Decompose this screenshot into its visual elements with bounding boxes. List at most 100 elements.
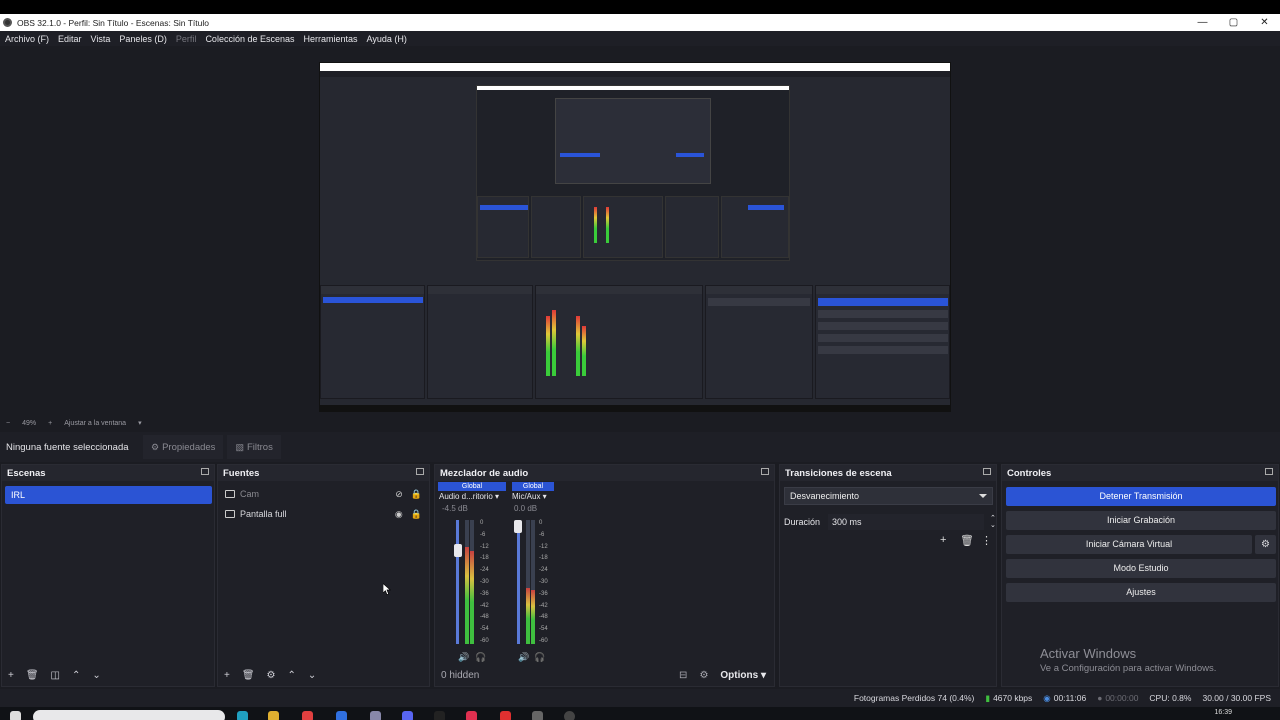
- volume-track[interactable]: [517, 520, 520, 644]
- headphones-icon[interactable]: 🎧: [475, 652, 486, 663]
- volume-slider[interactable]: [514, 520, 522, 534]
- source-item-cam[interactable]: Cam ⊘ 🔒: [222, 485, 427, 503]
- layout-icon[interactable]: ⊟: [679, 670, 687, 681]
- scene-item-irl[interactable]: IRL: [5, 486, 212, 504]
- menu-archivo[interactable]: Archivo (F): [5, 34, 49, 44]
- monitor-icon: [225, 510, 235, 518]
- taskbar-search-input[interactable]: [33, 710, 225, 720]
- camera-icon: [225, 490, 235, 498]
- maximize-button[interactable]: ▢: [1218, 14, 1249, 31]
- app-icon[interactable]: [336, 711, 347, 720]
- headphones-icon[interactable]: 🎧: [534, 652, 545, 663]
- sources-title: Fuentes: [223, 467, 260, 479]
- trash-icon[interactable]: 🗑: [26, 670, 39, 681]
- start-recording-button[interactable]: Iniciar Grabación: [1006, 511, 1276, 530]
- undock-icon[interactable]: [201, 468, 209, 475]
- gear-icon[interactable]: ⚙: [1255, 535, 1276, 554]
- hidden-count[interactable]: 0 hidden: [441, 670, 479, 681]
- broadcast-icon: ◉: [1043, 692, 1051, 703]
- duration-input[interactable]: 300 ms: [828, 514, 985, 530]
- settings-button[interactable]: Ajustes: [1006, 583, 1276, 602]
- filters-button[interactable]: ▧ Filtros: [227, 435, 281, 459]
- transition-select[interactable]: Desvanecimiento: [784, 487, 993, 505]
- move-up-button[interactable]: ⌃: [72, 670, 80, 681]
- preview-area[interactable]: [0, 46, 1280, 416]
- menu-coleccion-escenas[interactable]: Colección de Escenas: [205, 34, 294, 44]
- start-virtual-camera-button[interactable]: Iniciar Cámara Virtual: [1006, 535, 1252, 554]
- app-icon[interactable]: [370, 711, 381, 720]
- activate-windows-watermark: Activar Windows Ve a Configuración para …: [1040, 646, 1216, 674]
- speaker-icon[interactable]: 🔊: [458, 652, 469, 663]
- zoom-level: 49%: [22, 419, 37, 427]
- menu-herramientas[interactable]: Herramientas: [304, 34, 358, 44]
- options-button[interactable]: Options ▾: [720, 670, 766, 681]
- menu-paneles[interactable]: Paneles (D): [119, 34, 167, 44]
- sources-header: Fuentes: [218, 465, 429, 481]
- stop-streaming-button[interactable]: Detener Transmisión: [1006, 487, 1276, 506]
- channel-name[interactable]: Audio d...ritorio ▾: [439, 492, 499, 501]
- menu-ayuda[interactable]: Ayuda (H): [367, 34, 407, 44]
- zoom-fit-select[interactable]: Ajustar a la ventana: [64, 420, 126, 427]
- source-name: Pantalla full: [240, 509, 287, 519]
- trash-icon[interactable]: 🗑: [242, 670, 255, 681]
- app-icon[interactable]: [434, 711, 445, 720]
- mouse-cursor-icon: [383, 583, 391, 596]
- record-icon: ●: [1097, 693, 1103, 703]
- minimize-button[interactable]: —: [1187, 14, 1218, 31]
- preview-canvas[interactable]: [319, 62, 951, 412]
- taskbar-clock[interactable]: 16:39: [1214, 709, 1232, 716]
- zoom-in-button[interactable]: +: [48, 420, 52, 427]
- speaker-icon[interactable]: 🔊: [518, 652, 529, 663]
- menu-vista[interactable]: Vista: [91, 34, 111, 44]
- chevron-down-icon[interactable]: ▾: [138, 419, 142, 427]
- volume-track[interactable]: [456, 520, 459, 644]
- close-button[interactable]: ✕: [1249, 14, 1280, 31]
- filter-icon[interactable]: ◫: [51, 670, 60, 681]
- move-down-button[interactable]: ⌄: [92, 670, 100, 681]
- channel-db: -4.5 dB: [442, 504, 468, 513]
- volume-slider[interactable]: [454, 543, 462, 557]
- lock-icon[interactable]: 🔒: [411, 509, 422, 520]
- bitrate-status: ▮ 4670 kbps: [985, 692, 1033, 704]
- undock-icon[interactable]: [1265, 468, 1273, 475]
- edge-icon[interactable]: [237, 711, 248, 720]
- app-icon[interactable]: [532, 711, 543, 720]
- channel-name[interactable]: Mic/Aux ▾: [512, 492, 547, 501]
- lock-icon[interactable]: 🔒: [411, 489, 422, 500]
- chevron-down-icon: [979, 494, 987, 498]
- gear-icon[interactable]: ⚙: [267, 670, 276, 681]
- obs-taskbar-icon[interactable]: [564, 711, 575, 720]
- add-source-button[interactable]: +: [224, 670, 230, 681]
- undock-icon[interactable]: [761, 468, 769, 475]
- studio-mode-button[interactable]: Modo Estudio: [1006, 559, 1276, 578]
- discord-icon[interactable]: [402, 711, 413, 720]
- sources-toolbar: + 🗑 ⚙ ⌃ ⌄: [218, 664, 429, 686]
- advanced-audio-icon[interactable]: ⚙: [699, 670, 708, 681]
- properties-button[interactable]: ⚙ Propiedades: [143, 435, 224, 459]
- menu-editar[interactable]: Editar: [58, 34, 82, 44]
- level-meter: [531, 520, 535, 644]
- status-bar: Fotogramas Perdidos 74 (0.4%) ▮ 4670 kbps…: [0, 689, 1280, 707]
- folder-icon[interactable]: [268, 711, 279, 720]
- db-scale: 0 -6 -12 -18 -24 -30 -36 -42 -48 -54 -60: [539, 520, 548, 644]
- undock-icon[interactable]: [983, 468, 991, 475]
- more-icon[interactable]: ⋮: [981, 534, 992, 547]
- zoom-out-button[interactable]: −: [6, 420, 10, 427]
- eye-icon[interactable]: ◉: [395, 509, 403, 520]
- eye-hidden-icon[interactable]: ⊘: [395, 489, 403, 500]
- app-icon[interactable]: [466, 711, 477, 720]
- add-transition-button[interactable]: +: [940, 534, 946, 546]
- trash-icon[interactable]: 🗑: [960, 534, 974, 547]
- move-down-button[interactable]: ⌄: [308, 670, 316, 681]
- windows-start-icon[interactable]: [10, 711, 21, 720]
- undock-icon[interactable]: [416, 468, 424, 475]
- scenes-header: Escenas: [2, 465, 214, 481]
- app-icon[interactable]: [500, 711, 511, 720]
- move-up-button[interactable]: ⌃: [288, 670, 296, 681]
- chrome-icon[interactable]: [302, 711, 313, 720]
- source-name: Cam: [240, 489, 260, 499]
- channel-tag: Global: [438, 482, 506, 491]
- duration-stepper[interactable]: ⌃ ⌄: [990, 515, 996, 529]
- add-scene-button[interactable]: +: [8, 670, 14, 681]
- source-item-pantalla-full[interactable]: Pantalla full ◉ 🔒: [222, 505, 427, 523]
